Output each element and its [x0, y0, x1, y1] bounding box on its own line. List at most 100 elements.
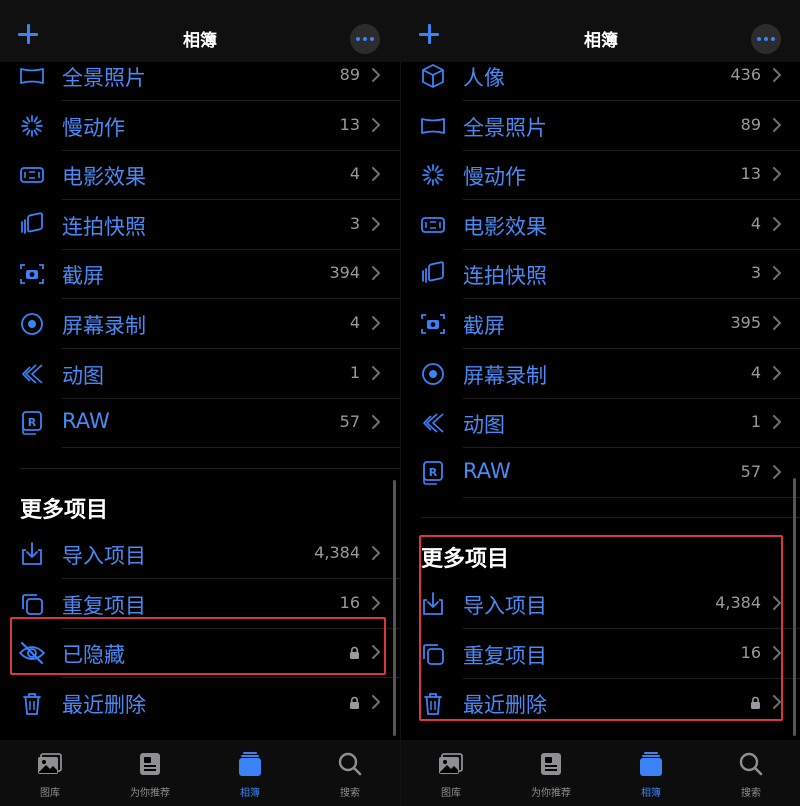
album-row-raw[interactable]: R RAW 57 — [0, 398, 400, 449]
chevron-right-icon — [771, 413, 783, 431]
album-label: 已隐藏 — [62, 643, 125, 668]
album-label: 连拍快照 — [62, 214, 146, 239]
album-label: 最近删除 — [62, 692, 146, 717]
album-row-cinematic[interactable]: 电影效果 4 — [401, 200, 800, 250]
album-count: 16 — [740, 642, 761, 662]
scroll-indicator — [393, 480, 396, 736]
album-count: 4 — [750, 362, 761, 382]
album-label: RAW — [463, 458, 511, 483]
album-row-screenrec[interactable]: 屏幕录制 4 — [0, 299, 400, 349]
album-label: RAW — [62, 409, 110, 434]
album-count: 57 — [339, 412, 360, 432]
more-options-button[interactable] — [350, 24, 380, 54]
album-count: 4 — [349, 164, 360, 184]
album-label: 慢动作 — [463, 165, 526, 190]
tab-bar: 图库 为你推荐 相簿 搜索 — [401, 740, 800, 806]
album-label: 导入项目 — [62, 544, 146, 568]
panorama-icon — [16, 62, 48, 90]
album-row-hidden[interactable]: 已隐藏 — [0, 628, 400, 679]
duplicate-icon — [417, 640, 449, 668]
tab-for-you[interactable]: 为你推荐 — [501, 740, 601, 806]
raw-icon: R — [16, 409, 48, 437]
chevron-right-icon — [370, 413, 382, 431]
slow-motion-icon — [16, 112, 48, 140]
album-row-panorama[interactable]: 全景照片 89 — [401, 101, 800, 151]
burst-icon — [417, 260, 449, 288]
more-options-button[interactable] — [751, 24, 781, 54]
chevron-right-icon — [771, 165, 783, 183]
album-row-imports[interactable]: 导入项目 4,384 — [0, 529, 400, 579]
tab-albums[interactable]: 相簿 — [200, 740, 300, 806]
section-title-more-items: 更多项目 — [421, 547, 510, 572]
album-label: 电影效果 — [463, 214, 547, 239]
album-label: 全景照片 — [463, 115, 547, 140]
tab-label: 图库 — [40, 788, 60, 799]
tab-label: 为你推荐 — [531, 788, 571, 799]
album-count: 13 — [339, 114, 360, 134]
album-label: 动图 — [463, 413, 505, 438]
album-row-animated[interactable]: 动图 1 — [401, 398, 800, 449]
album-count: 394 — [329, 263, 360, 283]
album-count: 4 — [349, 313, 360, 332]
album-count: 1 — [750, 412, 761, 432]
album-row-animated[interactable]: 动图 1 — [0, 349, 400, 399]
album-row-slomo[interactable]: 慢动作 13 — [401, 150, 800, 201]
album-label: 导入项目 — [463, 594, 547, 618]
chevron-right-icon — [370, 215, 382, 233]
album-row-raw[interactable]: R RAW 57 — [401, 448, 800, 498]
chevron-right-icon — [370, 165, 382, 183]
chevron-right-icon — [370, 364, 382, 382]
album-count: 4,384 — [715, 593, 761, 612]
album-count: 436 — [730, 65, 761, 84]
album-row-deleted[interactable]: 最近删除 — [0, 678, 400, 728]
album-count: 4 — [750, 213, 761, 233]
chevron-right-icon — [370, 643, 382, 661]
page-title: 相簿 — [584, 31, 618, 51]
scroll-indicator — [793, 478, 796, 736]
section-divider — [20, 468, 400, 469]
album-row-slomo[interactable]: 慢动作 13 — [0, 101, 400, 151]
tab-library[interactable]: 图库 — [0, 740, 100, 806]
chevron-right-icon — [771, 463, 783, 481]
section-divider — [421, 517, 800, 518]
album-row-screenshots[interactable]: 截屏 395 — [401, 299, 800, 349]
album-row-imports[interactable]: 导入项目 4,384 — [401, 579, 800, 629]
album-count: 89 — [740, 114, 761, 134]
chevron-right-icon — [771, 66, 783, 84]
lock-icon — [349, 695, 360, 709]
album-count: 57 — [740, 461, 761, 481]
tab-search[interactable]: 搜索 — [701, 740, 800, 806]
screenshot-icon — [16, 260, 48, 288]
tab-library[interactable]: 图库 — [401, 740, 501, 806]
album-row-duplicates[interactable]: 重复项目 16 — [0, 579, 400, 629]
chevron-right-icon — [370, 264, 382, 282]
import-icon — [16, 540, 48, 568]
album-row-deleted[interactable]: 最近删除 — [401, 678, 800, 728]
tab-albums[interactable]: 相簿 — [601, 740, 701, 806]
album-count: 4,384 — [314, 543, 360, 562]
tab-for-you[interactable]: 为你推荐 — [100, 740, 200, 806]
album-label: 重复项目 — [463, 643, 547, 668]
section-title-more-items: 更多项目 — [20, 498, 109, 523]
right-phone-screen: 相簿 人像 436 全景照片 89 慢动作 13 电影效果 4 连拍快照 3 截屏 395 屏幕录制 4 动… — [400, 0, 800, 806]
lock-icon — [750, 695, 761, 710]
chevron-right-icon — [370, 693, 382, 711]
panorama-icon — [417, 112, 449, 140]
hidden-eye-icon — [16, 639, 48, 667]
animated-icon — [417, 409, 449, 437]
burst-icon — [16, 211, 48, 239]
album-row-burst[interactable]: 连拍快照 3 — [0, 200, 400, 250]
tab-search[interactable]: 搜索 — [300, 740, 400, 806]
screen-record-icon — [417, 360, 449, 388]
svg-text:R: R — [28, 416, 37, 429]
chevron-right-icon — [771, 314, 783, 332]
cinematic-icon — [417, 211, 449, 239]
album-row-cinematic[interactable]: 电影效果 4 — [0, 150, 400, 201]
album-label: 屏幕录制 — [62, 314, 146, 338]
album-label: 截屏 — [463, 314, 505, 338]
album-row-screenrec[interactable]: 屏幕录制 4 — [401, 349, 800, 399]
album-row-screenshots[interactable]: 截屏 394 — [0, 249, 400, 300]
album-row-burst[interactable]: 连拍快照 3 — [401, 249, 800, 300]
trash-icon — [16, 689, 48, 717]
album-row-duplicates[interactable]: 重复项目 16 — [401, 629, 800, 679]
